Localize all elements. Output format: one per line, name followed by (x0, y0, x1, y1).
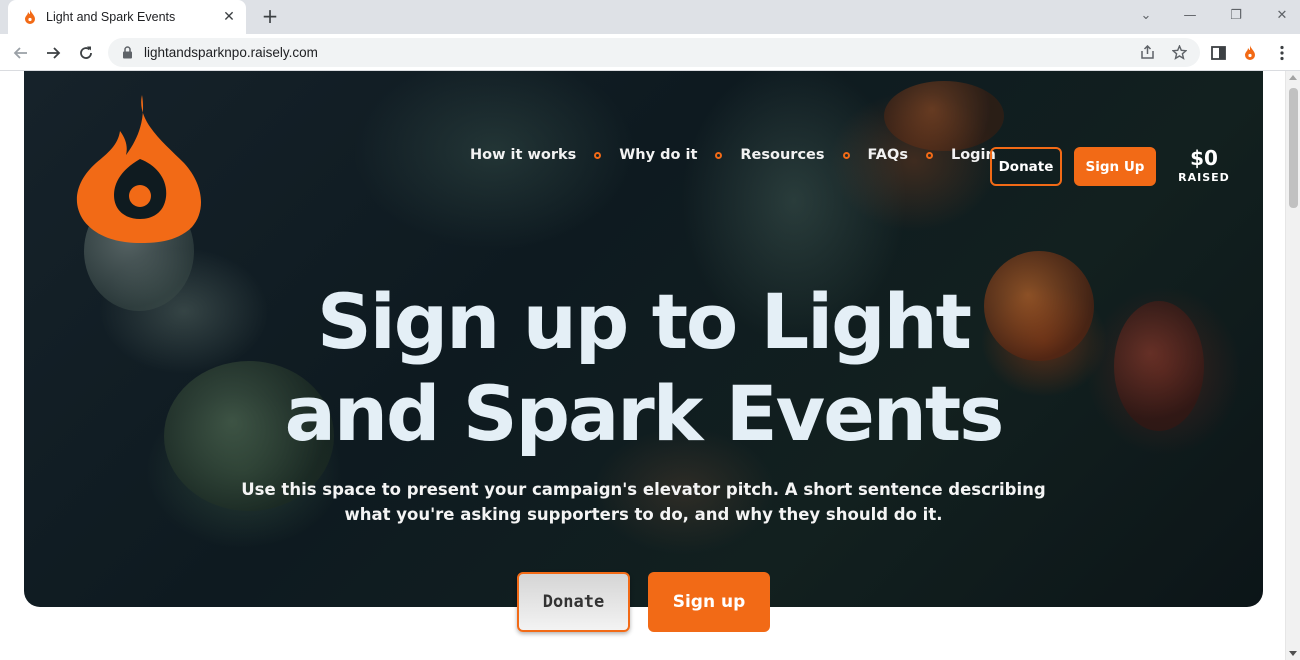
page-scrollbar[interactable] (1285, 71, 1300, 660)
sidepanel-icon[interactable] (1205, 40, 1231, 66)
page-viewport: How it works Why do it Resources FAQs Lo… (0, 71, 1300, 660)
hero-headline-line1: Sign up to Light (316, 277, 972, 366)
tab-close-icon[interactable]: ✕ (218, 6, 240, 28)
main-nav: How it works Why do it Resources FAQs Lo… (470, 147, 996, 163)
browser-toolbar: lightandsparknpo.raisely.com (0, 34, 1300, 71)
back-icon[interactable] (8, 40, 34, 66)
lock-icon (122, 46, 134, 60)
scroll-down-icon[interactable] (1289, 651, 1297, 656)
nav-why-do-it[interactable]: Why do it (619, 147, 697, 163)
scrollbar-thumb[interactable] (1289, 88, 1298, 208)
flame-favicon-icon (22, 9, 38, 25)
hero-headline: Sign up to Light and Spark Events (24, 276, 1263, 460)
nav-separator-dot (715, 151, 723, 159)
minimize-icon[interactable]: — (1178, 5, 1202, 27)
raised-label: RAISED (1178, 171, 1230, 184)
hero-section: How it works Why do it Resources FAQs Lo… (24, 71, 1263, 607)
nav-donate-button[interactable]: Donate (990, 147, 1062, 186)
hero-donate-button[interactable]: Donate (517, 572, 630, 632)
nav-signup-button[interactable]: Sign Up (1074, 147, 1156, 186)
star-icon[interactable] (1170, 44, 1188, 61)
scroll-up-icon[interactable] (1289, 75, 1297, 80)
window-close-icon[interactable]: ✕ (1270, 5, 1294, 27)
address-bar[interactable]: lightandsparknpo.raisely.com (108, 38, 1200, 67)
hero-headline-line2: and Spark Events (284, 369, 1005, 458)
nav-faqs[interactable]: FAQs (868, 147, 908, 163)
share-icon[interactable] (1138, 44, 1156, 61)
restore-icon[interactable]: ❐ (1224, 5, 1248, 27)
raised-counter: $0 RAISED (1164, 147, 1244, 184)
menu-icon[interactable] (1269, 40, 1295, 66)
url-text: lightandsparknpo.raisely.com (144, 45, 318, 60)
new-tab-button[interactable]: + (258, 5, 282, 29)
tab-search-icon[interactable]: ⌄ (1134, 5, 1158, 27)
nav-how-it-works[interactable]: How it works (470, 147, 576, 163)
extension-icon[interactable] (1237, 40, 1263, 66)
logo[interactable] (76, 93, 204, 243)
forward-icon[interactable] (40, 40, 66, 66)
nav-separator-dot (594, 151, 602, 159)
nav-resources[interactable]: Resources (740, 147, 824, 163)
tab-title: Light and Spark Events (46, 10, 176, 24)
hero-subtext-line1: Use this space to present your campaign'… (241, 480, 1046, 499)
carrot-shape (884, 81, 1004, 151)
reload-icon[interactable] (73, 40, 99, 66)
tab-strip: Light and Spark Events ✕ + ⌄ — ❐ ✕ (0, 0, 1300, 34)
nav-separator-dot (925, 151, 933, 159)
nav-separator-dot (842, 151, 850, 159)
browser-tab[interactable]: Light and Spark Events ✕ (8, 0, 246, 34)
hero-subtext: Use this space to present your campaign'… (224, 477, 1063, 527)
hero-subtext-line2: what you're asking supporters to do, and… (344, 505, 943, 524)
raised-amount: $0 (1190, 146, 1218, 170)
hero-signup-button[interactable]: Sign up (648, 572, 770, 632)
